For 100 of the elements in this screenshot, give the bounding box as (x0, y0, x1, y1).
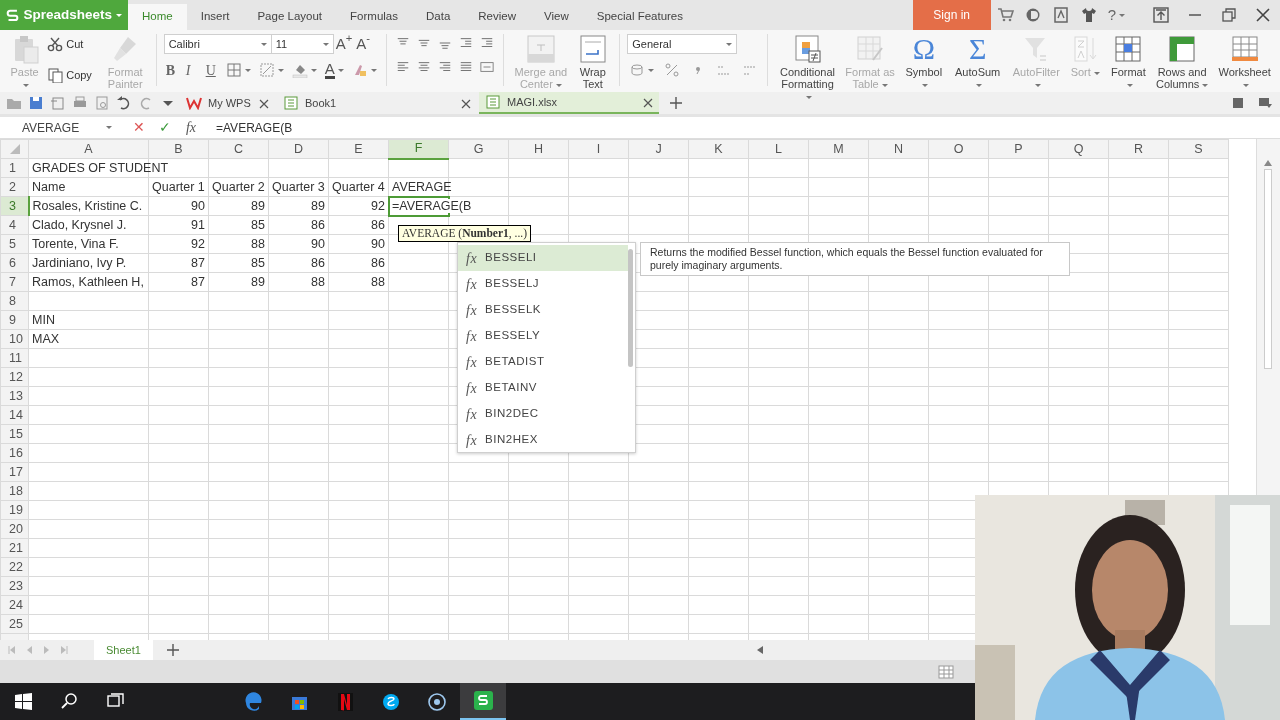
table-cell: Rosales, Kristine C. (32, 198, 143, 213)
menu-tab[interactable]: Page Layout (243, 4, 337, 30)
table-cell: 90 (191, 198, 205, 213)
table-cell: Clado, Krysnel J. (32, 217, 127, 232)
column-header[interactable]: A (28, 139, 149, 159)
table-cell: 90 (371, 236, 385, 251)
number-format-select[interactable]: General (627, 34, 738, 54)
font-color-button[interactable]: A (322, 60, 346, 80)
font-style-button[interactable]: B (163, 60, 180, 80)
ribbon-button[interactable]: Worksheet (1213, 32, 1276, 92)
name-box[interactable]: AVERAGE (0, 117, 118, 138)
column-header[interactable]: H (508, 139, 569, 159)
menu-tab[interactable]: Review (464, 4, 530, 30)
column-header[interactable]: B (148, 139, 209, 159)
menu-tab[interactable]: Insert (186, 4, 244, 30)
formula-input[interactable]: =AVERAGE(B (216, 118, 1280, 137)
ribbon-button[interactable]: Ω Symbol (900, 32, 948, 92)
column-header[interactable]: P (988, 139, 1049, 159)
column-header[interactable]: L (748, 139, 809, 159)
column-header[interactable]: D (268, 139, 329, 159)
ribbon-button[interactable]: Copy (45, 64, 100, 85)
function-tooltip: AVERAGE (Number1, ...) (398, 225, 532, 242)
font-size-button[interactable]: A$^{+}$ (333, 34, 355, 54)
table-cell: 87 (191, 274, 205, 289)
table-cell: Quarter 3 (272, 179, 325, 194)
cell-editor[interactable]: =AVERAGE(B (392, 198, 474, 213)
autocomplete-item[interactable]: fx BIN2DEC (458, 401, 628, 427)
column-header[interactable]: F (388, 139, 449, 159)
table-cell: 92 (371, 198, 385, 213)
menu-tab[interactable]: Formulas (336, 4, 412, 30)
column-header[interactable]: I (568, 139, 629, 159)
document-tab[interactable]: My WPS (180, 92, 275, 114)
table-cell: 85 (251, 255, 265, 270)
table-cell: 89 (251, 198, 265, 213)
table-cell: MAX (32, 331, 60, 346)
ribbon-symbol-icon: Σ (968, 34, 987, 64)
menu-tab[interactable]: View (530, 4, 583, 30)
table-cell: AVERAGE (392, 179, 452, 194)
autocomplete-item[interactable]: fx BESSELJ (458, 271, 628, 297)
table-cell: 86 (311, 217, 325, 232)
table-cell: 90 (311, 236, 325, 251)
ribbon-button[interactable]: Σ AutoSum (949, 32, 1006, 92)
document-tab[interactable]: MAGI.xlsx (479, 92, 659, 114)
table-cell: Quarter 1 (152, 179, 205, 194)
column-header[interactable]: Q (1048, 139, 1109, 159)
column-header[interactable]: O (928, 139, 989, 159)
table-cell: 88 (251, 236, 265, 251)
font-style-button[interactable]: I (183, 60, 200, 80)
table-cell: Name (32, 179, 66, 194)
table-cell: 89 (311, 198, 325, 213)
column-header[interactable]: J (628, 139, 689, 159)
font-select[interactable]: Calibri (163, 34, 272, 54)
column-header[interactable]: G (448, 139, 509, 159)
table-cell: 86 (311, 255, 325, 270)
menu-tab[interactable]: Data (412, 4, 465, 30)
table-cell: 87 (191, 255, 205, 270)
ribbon-symbol-icon: Ω (912, 34, 935, 64)
table-cell: Torente, Vina F. (32, 236, 119, 251)
font-size-select[interactable]: 11 (271, 34, 334, 54)
ribbon-button[interactable]: Rows and Columns (1152, 32, 1212, 92)
table-cell: 88 (311, 274, 325, 289)
insert-function-button[interactable]: fx (180, 117, 202, 138)
autocomplete-item[interactable]: fx BESSELK (458, 297, 628, 323)
table-cell: 89 (251, 274, 265, 289)
column-header[interactable]: K (688, 139, 749, 159)
column-header[interactable]: R (1108, 139, 1169, 159)
column-header[interactable]: C (208, 139, 269, 159)
table-cell: 86 (371, 255, 385, 270)
autocomplete-item[interactable]: fx BIN2HEX (458, 427, 628, 453)
table-cell: Quarter 4 (332, 179, 385, 194)
autocomplete-item[interactable]: fx BETADIST (458, 349, 628, 375)
table-cell: 91 (191, 217, 205, 232)
font-size-button[interactable]: A$^{-}$ (354, 34, 372, 54)
column-header[interactable]: N (868, 139, 929, 159)
column-header[interactable]: M (808, 139, 869, 159)
table-cell: Ramos, Kathleen H, (32, 274, 144, 289)
menu-tab[interactable]: Special Features (582, 4, 697, 30)
menu-tab[interactable]: Home (128, 4, 187, 30)
table-cell: Jardiniano, Ivy P. (32, 255, 127, 270)
autocomplete-item[interactable]: fx BESSELI (458, 245, 628, 271)
column-header[interactable]: E (328, 139, 389, 159)
ribbon-button[interactable]: Format (1105, 32, 1151, 92)
table-cell: GRADES OF STUDENT (32, 160, 169, 175)
cancel-button[interactable]: ✕ (128, 117, 150, 138)
sheet-tab[interactable]: Sheet1 (94, 640, 153, 660)
column-header[interactable]: S (1168, 139, 1229, 159)
ribbon-button[interactable]: Cut (45, 34, 100, 55)
table-cell: 92 (191, 236, 205, 251)
help-button[interactable]: ? (1102, 0, 1130, 30)
table-cell: 86 (371, 217, 385, 232)
ribbon-button[interactable]: Wrap Text (573, 32, 613, 92)
table-cell: 85 (251, 217, 265, 232)
autocomplete-item[interactable]: fx BESSELY (458, 323, 628, 349)
table-cell: MIN (32, 312, 55, 327)
font-style-button[interactable]: U (203, 60, 220, 80)
table-cell: 88 (371, 274, 385, 289)
document-tab[interactable]: Book1 (277, 92, 477, 114)
autocomplete-item[interactable]: fx BETAINV (458, 375, 628, 401)
function-description: Returns the modified Bessel function, which equals the Bessel function evaluated for purely imaginary arguments. (640, 242, 1070, 276)
confirm-button[interactable]: ✓ (154, 117, 176, 138)
